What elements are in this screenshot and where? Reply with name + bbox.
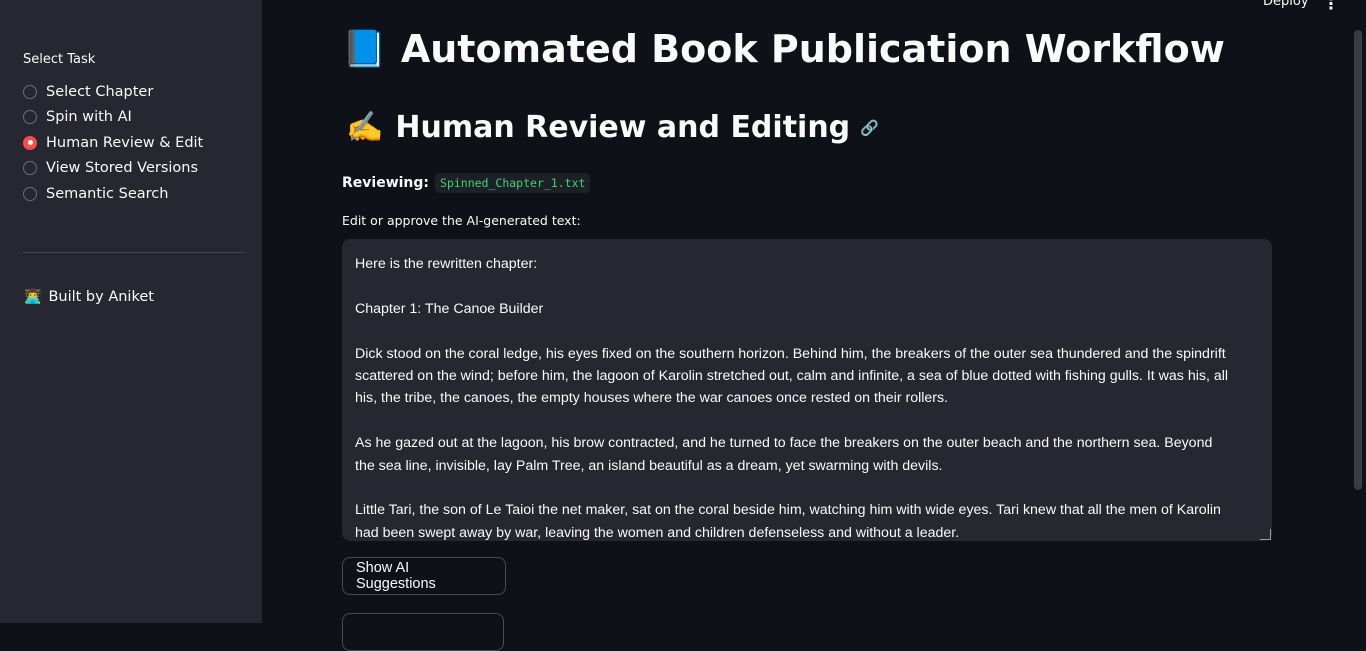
technologist-icon: 👨‍💻 xyxy=(24,289,42,305)
sidebar-divider xyxy=(23,252,243,253)
radio-label: Semantic Search xyxy=(46,185,169,202)
chapter-text-area[interactable]: Here is the rewritten chapter: Chapter 1… xyxy=(342,239,1272,541)
anchor-link-icon[interactable]: 🔗 xyxy=(860,119,879,137)
radio-semantic-search[interactable]: Semantic Search xyxy=(23,181,203,207)
page-title: 📘 Automated Book Publication Workflow xyxy=(342,27,1225,71)
reviewing-line: Reviewing: Spinned_Chapter_1.txt xyxy=(342,173,591,193)
built-by-credit: 👨‍💻 Built by Aniket xyxy=(24,289,154,305)
sidebar: Select Task Select Chapter Spin with AI … xyxy=(0,0,262,623)
radio-unselected-icon[interactable] xyxy=(23,186,37,201)
built-by-text: Built by Aniket xyxy=(48,289,154,305)
radio-selected-icon[interactable] xyxy=(23,135,37,150)
deploy-button[interactable]: Deploy xyxy=(1263,0,1309,9)
scrollbar[interactable] xyxy=(1354,30,1362,490)
radio-view-stored-versions[interactable]: View Stored Versions xyxy=(23,156,203,182)
radio-spin-with-ai[interactable]: Spin with AI xyxy=(23,105,203,131)
reviewing-filename: Spinned_Chapter_1.txt xyxy=(435,173,591,193)
radio-label: Human Review & Edit xyxy=(46,134,204,151)
resize-handle-icon[interactable] xyxy=(1260,529,1271,540)
radio-unselected-icon[interactable] xyxy=(23,110,37,125)
radio-unselected-icon[interactable] xyxy=(23,84,37,99)
section-title: ✍️ Human Review and Editing 🔗 xyxy=(346,110,879,145)
radio-label: View Stored Versions xyxy=(46,160,199,177)
more-menu-icon[interactable]: ⋮ xyxy=(1323,0,1339,13)
radio-human-review-edit[interactable]: Human Review & Edit xyxy=(23,130,203,156)
select-task-label: Select Task xyxy=(23,52,96,67)
page-title-text: Automated Book Publication Workflow xyxy=(400,27,1225,71)
task-radio-group: Select Chapter Spin with AI Human Review… xyxy=(23,79,203,207)
radio-label: Spin with AI xyxy=(46,109,132,126)
blue-book-icon: 📘 xyxy=(342,29,387,70)
next-button[interactable] xyxy=(342,613,504,651)
radio-select-chapter[interactable]: Select Chapter xyxy=(23,79,203,105)
reviewing-label: Reviewing: xyxy=(342,175,430,191)
show-ai-suggestions-button[interactable]: Show AI Suggestions xyxy=(342,557,506,595)
writing-hand-icon: ✍️ xyxy=(346,110,384,145)
edit-text-label: Edit or approve the AI-generated text: xyxy=(342,213,581,228)
radio-label: Select Chapter xyxy=(46,83,154,100)
section-title-text: Human Review and Editing xyxy=(395,110,851,145)
radio-unselected-icon[interactable] xyxy=(23,161,37,176)
